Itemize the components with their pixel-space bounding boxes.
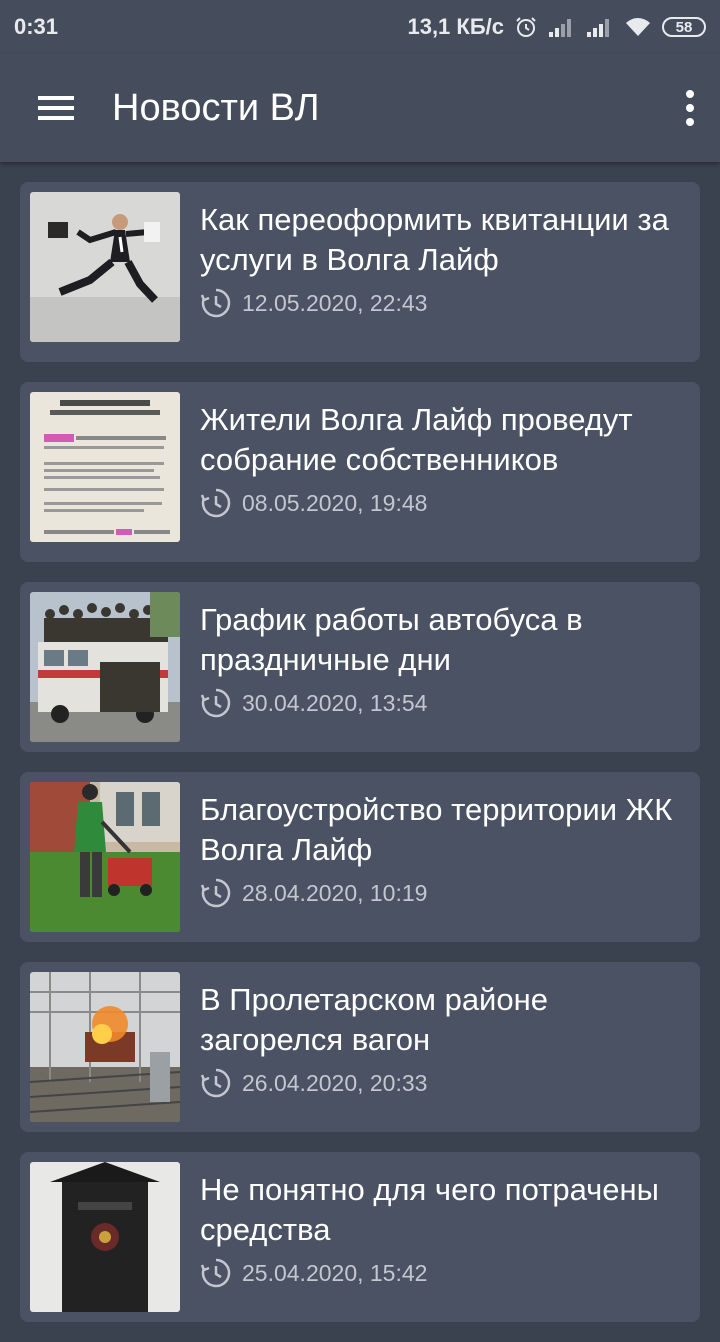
- news-thumbnail: [30, 392, 180, 542]
- more-vert-icon: [686, 90, 694, 126]
- clock-history-icon: [200, 878, 231, 908]
- news-meta: 12.05.2020, 22:43: [200, 286, 684, 320]
- clock-history-icon: [200, 688, 231, 718]
- news-date: 08.05.2020, 19:48: [242, 489, 428, 516]
- news-card-body: В Пролетарском районе загорелся вагон 26…: [200, 962, 700, 1132]
- news-date: 25.04.2020, 15:42: [242, 1259, 428, 1286]
- news-title: Не понятно для чего потрачены средства: [200, 1172, 659, 1247]
- news-card[interactable]: В Пролетарском районе загорелся вагон 26…: [20, 962, 700, 1132]
- clock-history-icon: [200, 1258, 231, 1288]
- news-card[interactable]: Не понятно для чего потрачены средства 2…: [20, 1152, 700, 1322]
- hamburger-menu-button[interactable]: [0, 54, 112, 162]
- news-card[interactable]: Жители Волга Лайф проведут собрание собс…: [20, 382, 700, 562]
- news-title: Как переоформить квитанции за услуги в В…: [200, 202, 669, 277]
- network-speed: 13,1 КБ/с: [407, 14, 504, 39]
- news-feed: Как переоформить квитанции за услуги в В…: [20, 182, 700, 1342]
- news-card[interactable]: Благоустройство территории ЖК Волга Лайф…: [20, 772, 700, 942]
- alarm-icon: [514, 15, 538, 39]
- status-icons: 13,1 КБ/с 58: [407, 14, 706, 40]
- status-time: 0:31: [14, 14, 59, 39]
- news-date: 12.05.2020, 22:43: [242, 289, 428, 316]
- news-thumbnail: [30, 1162, 180, 1312]
- news-meta: 08.05.2020, 19:48: [200, 486, 684, 520]
- battery-icon: 58: [662, 17, 706, 37]
- news-date: 30.04.2020, 13:54: [242, 689, 428, 716]
- news-card-body: Не понятно для чего потрачены средства 2…: [200, 1152, 700, 1322]
- news-thumbnail: [30, 782, 180, 932]
- signal-icon: [548, 16, 576, 38]
- news-meta: 25.04.2020, 15:42: [200, 1256, 684, 1290]
- wifi-icon: [624, 16, 652, 38]
- news-title: В Пролетарском районе загорелся вагон: [200, 982, 548, 1057]
- signal-icon: [586, 16, 614, 38]
- news-meta: 30.04.2020, 13:54: [200, 686, 684, 720]
- news-thumbnail: [30, 592, 180, 742]
- news-meta: 26.04.2020, 20:33: [200, 1066, 684, 1100]
- clock-history-icon: [200, 288, 231, 318]
- overflow-menu-button[interactable]: [660, 54, 720, 162]
- news-card-body: Как переоформить квитанции за услуги в В…: [200, 182, 700, 362]
- news-card[interactable]: График работы автобуса в праздничные дни…: [20, 582, 700, 752]
- app-title: Новости ВЛ: [112, 86, 320, 129]
- news-title: График работы автобуса в праздничные дни: [200, 602, 583, 677]
- news-title: Жители Волга Лайф проведут собрание собс…: [200, 402, 633, 477]
- news-thumbnail: [30, 192, 180, 342]
- status-bar: 0:31 13,1 КБ/с 58: [0, 0, 720, 54]
- hamburger-menu-icon: [38, 96, 74, 120]
- clock-history-icon: [200, 488, 231, 518]
- news-card-body: Благоустройство территории ЖК Волга Лайф…: [200, 772, 700, 942]
- news-thumbnail: [30, 972, 180, 1122]
- clock-history-icon: [200, 1068, 231, 1098]
- news-date: 28.04.2020, 10:19: [242, 879, 428, 906]
- news-meta: 28.04.2020, 10:19: [200, 876, 684, 910]
- news-card[interactable]: Как переоформить квитанции за услуги в В…: [20, 182, 700, 362]
- news-date: 26.04.2020, 20:33: [242, 1069, 428, 1096]
- news-title: Благоустройство территории ЖК Волга Лайф: [200, 792, 673, 867]
- app-bar: Новости ВЛ: [0, 54, 720, 162]
- news-card-body: График работы автобуса в праздничные дни…: [200, 582, 700, 752]
- news-card-body: Жители Волга Лайф проведут собрание собс…: [200, 382, 700, 562]
